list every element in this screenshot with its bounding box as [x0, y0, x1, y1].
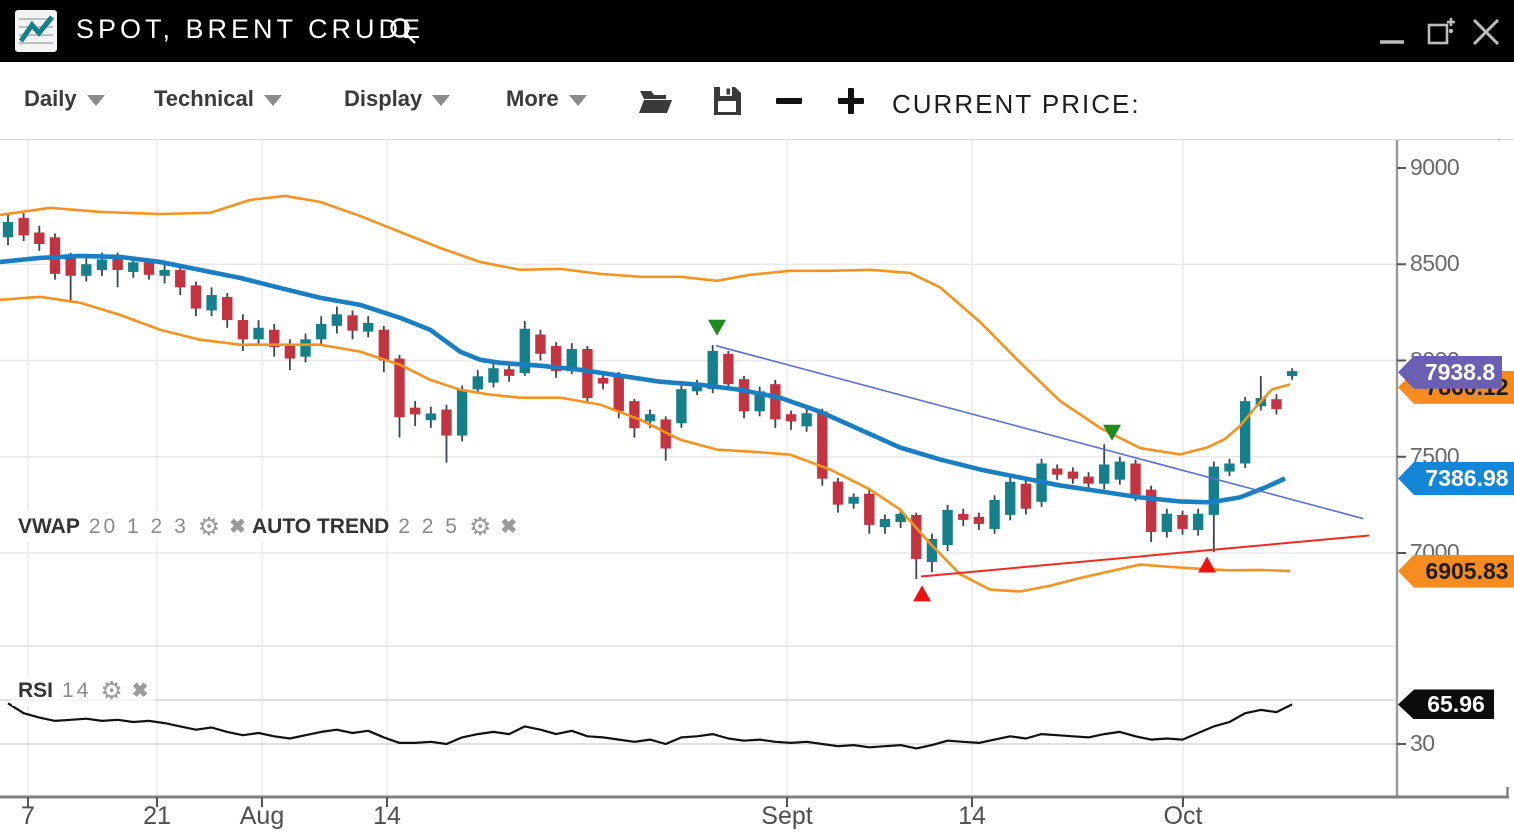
chevron-down-icon — [432, 95, 450, 106]
close-icon[interactable] — [1466, 12, 1506, 52]
chart-area[interactable] — [0, 140, 1514, 838]
app-logo-icon — [14, 9, 58, 53]
display-menu[interactable]: Display — [344, 86, 450, 112]
instrument-title: SPOT, BRENT CRUDE — [76, 14, 424, 45]
bollinger-lower-line — [0, 297, 1290, 592]
more-menu-label: More — [506, 86, 559, 112]
open-folder-icon[interactable] — [636, 82, 674, 120]
price-chart-canvas[interactable] — [0, 140, 1514, 838]
gridlines — [0, 140, 1397, 797]
price-tag: 7386.98 — [1398, 462, 1514, 495]
signal-marker-down — [708, 320, 726, 336]
rsi-line — [8, 703, 1292, 748]
close-icon[interactable]: ✖ — [229, 514, 246, 539]
auto-trend-support — [921, 535, 1369, 576]
rsi-params: 14 — [62, 679, 91, 703]
zoom-out-icon[interactable] — [770, 82, 808, 120]
y-axis-label: 8500 — [1410, 250, 1459, 277]
x-axis-label: 14 — [347, 802, 427, 831]
gear-icon[interactable]: ⚙ — [100, 680, 122, 702]
price-tag: 7938.8 — [1398, 356, 1502, 389]
chevron-down-icon — [569, 95, 587, 106]
x-axis-label: Oct — [1143, 802, 1223, 831]
chevron-down-icon — [87, 95, 105, 106]
legend-vwap: VWAP 20 1 2 3 ⚙ ✖ — [12, 511, 252, 542]
gear-icon[interactable]: ⚙ — [198, 516, 220, 538]
vwap-label: VWAP — [18, 515, 80, 539]
rsi-axis-label: 30 — [1410, 730, 1435, 757]
x-axis-label: 21 — [117, 802, 197, 831]
timeframe-menu[interactable]: Daily — [24, 86, 105, 112]
vwap-params: 20 1 2 3 — [89, 515, 189, 539]
close-icon[interactable]: ✖ — [132, 678, 149, 703]
display-menu-label: Display — [344, 86, 422, 112]
legend-rsi: RSI 14 ⚙ ✖ — [12, 675, 155, 706]
technical-menu[interactable]: Technical — [154, 86, 282, 112]
gear-icon[interactable]: ⚙ — [469, 516, 491, 538]
zoom-in-icon[interactable] — [832, 82, 870, 120]
more-menu[interactable]: More — [506, 86, 587, 112]
x-axis-label: 7 — [0, 802, 68, 831]
minimize-button[interactable] — [1372, 12, 1412, 52]
auto-trend-label: AUTO TREND — [252, 515, 389, 539]
rsi-value-tag: 65.96 — [1398, 689, 1494, 719]
signal-marker-up — [1198, 557, 1216, 573]
close-icon[interactable]: ✖ — [500, 514, 517, 539]
x-axis-label: Aug — [222, 802, 302, 831]
price-tag: 6905.83 — [1398, 555, 1514, 588]
rsi-label: RSI — [18, 679, 53, 703]
title-bar: SPOT, BRENT CRUDE — [0, 0, 1514, 62]
popout-icon[interactable] — [1420, 12, 1460, 52]
toolbar: Daily Technical Display More CURRENT PRI… — [0, 62, 1514, 140]
search-icon[interactable] — [388, 16, 418, 46]
y-axis-label: 9000 — [1410, 154, 1459, 181]
legend-auto-trend: AUTO TREND 2 2 5 ⚙ ✖ — [246, 511, 523, 542]
x-axis-label: 14 — [932, 802, 1012, 831]
technical-menu-label: Technical — [154, 86, 254, 112]
current-price-label: CURRENT PRICE: — [892, 89, 1141, 120]
chevron-down-icon — [264, 95, 282, 106]
timeframe-menu-label: Daily — [24, 86, 77, 112]
signal-marker-up — [913, 585, 931, 601]
auto-trend-params: 2 2 5 — [398, 515, 460, 539]
x-axis-label: Sept — [747, 802, 827, 831]
save-icon[interactable] — [708, 82, 746, 120]
